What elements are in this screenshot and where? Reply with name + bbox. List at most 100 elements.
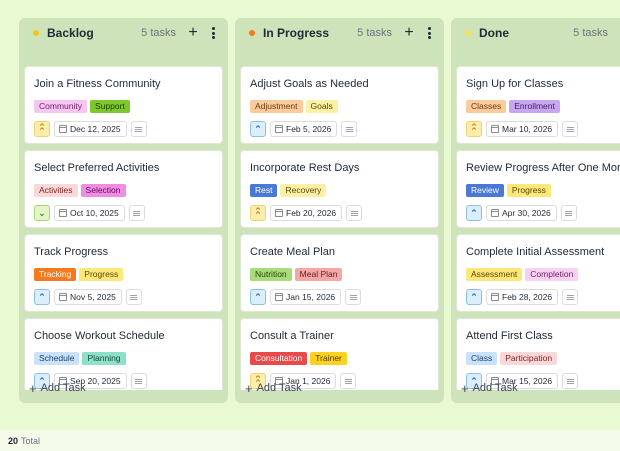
priority-high-icon[interactable]: ⌃ ⌃ xyxy=(466,121,482,137)
tag-list: Review Progress xyxy=(466,184,551,197)
tag: Progress xyxy=(79,268,124,281)
description-icon[interactable] xyxy=(560,205,577,221)
task-card[interactable]: Adjust Goals as Needed Adjustment Goals ⌃ Fe… xyxy=(240,66,439,144)
status-dot xyxy=(465,30,471,36)
task-title: Attend First Class xyxy=(466,330,553,342)
due-date[interactable]: Feb 20, 2026 xyxy=(270,205,343,221)
task-card[interactable]: Review Progress After One Month Review Pro… xyxy=(456,150,620,228)
task-card[interactable]: Incorporate Rest Days Rest Recovery ⌃ ⌃ Feb 2… xyxy=(240,150,439,228)
tag-list: Tracking Progress xyxy=(34,268,124,281)
task-meta: ⌃ ⌃ Dec 12, 2025 xyxy=(34,121,147,137)
add-task-label: Add Task xyxy=(40,382,86,394)
due-date-text: Dec 12, 2025 xyxy=(70,124,121,134)
tag: Class xyxy=(466,352,498,365)
due-date-text: Oct 10, 2025 xyxy=(70,208,119,218)
card-list: Adjust Goals as Needed Adjustment Goals ⌃ Fe… xyxy=(240,49,439,390)
plus-icon[interactable]: + xyxy=(186,25,200,41)
task-card[interactable]: Select Preferred Activities Activities Sel… xyxy=(24,150,223,228)
calendar-icon xyxy=(275,293,283,301)
description-icon[interactable] xyxy=(130,121,147,137)
description-icon[interactable] xyxy=(346,205,363,221)
plus-icon: + xyxy=(29,380,37,396)
priority-high-icon[interactable]: ⌃ ⌃ xyxy=(250,205,266,221)
add-task-button[interactable]: + Add Task xyxy=(245,382,302,395)
task-meta: ⌃ Jan 15, 2026 xyxy=(250,289,362,305)
calendar-icon xyxy=(491,293,499,301)
task-card[interactable]: Choose Workout Schedule Schedule Planning ⌃… xyxy=(24,318,223,390)
tag-list: Consultation Trainer xyxy=(250,352,347,365)
due-date-text: Jan 15, 2026 xyxy=(286,292,336,302)
task-meta: ⌃ Feb 5, 2026 xyxy=(250,121,358,137)
task-title: Create Meal Plan xyxy=(250,246,335,258)
task-title: Join a Fitness Community xyxy=(34,78,161,90)
tag: Enrollment xyxy=(509,100,560,113)
kanban-board: Backlog 5 tasks + Join a Fitness Community C… xyxy=(0,0,620,430)
description-icon[interactable] xyxy=(340,373,357,389)
due-date-text: Feb 5, 2026 xyxy=(286,124,332,134)
column-header: In Progress 5 tasks + xyxy=(235,18,444,48)
due-date[interactable]: Nov 5, 2025 xyxy=(54,289,122,305)
priority-medium-icon[interactable]: ⌃ xyxy=(466,289,482,305)
plus-icon[interactable]: + xyxy=(402,25,416,41)
calendar-icon xyxy=(491,209,499,217)
add-task-button[interactable]: + Add Task xyxy=(29,380,86,396)
description-icon[interactable] xyxy=(345,289,362,305)
tag: Assessment xyxy=(466,268,523,281)
column-backlog: Backlog 5 tasks + Join a Fitness Community C… xyxy=(19,18,228,403)
status-dot xyxy=(33,30,39,36)
tag: Review xyxy=(466,184,504,197)
description-icon[interactable] xyxy=(562,373,579,389)
task-title: Select Preferred Activities xyxy=(34,162,160,174)
due-date-text: Mar 10, 2026 xyxy=(502,124,553,134)
column-title: Done xyxy=(479,26,509,40)
priority-medium-icon[interactable]: ⌃ xyxy=(250,289,266,305)
due-date[interactable]: Dec 12, 2025 xyxy=(54,121,127,137)
task-card[interactable]: Join a Fitness Community Community Support… xyxy=(24,66,223,144)
task-card[interactable]: Track Progress Tracking Progress ⌃ Nov 5, 20… xyxy=(24,234,223,312)
task-card[interactable]: Attend First Class Class Participation ⌃ Mar… xyxy=(456,318,620,390)
calendar-icon xyxy=(59,293,67,301)
description-icon[interactable] xyxy=(562,121,579,137)
due-date[interactable]: Mar 10, 2026 xyxy=(486,121,559,137)
due-date[interactable]: Feb 28, 2026 xyxy=(486,289,559,305)
task-meta: ⌃ ⌃ Mar 10, 2026 xyxy=(466,121,579,137)
due-date-text: Nov 5, 2025 xyxy=(70,292,116,302)
more-vertical-icon[interactable] xyxy=(424,26,434,40)
tag-list: Nutrition Meal Plan xyxy=(250,268,343,281)
description-icon[interactable] xyxy=(341,121,358,137)
tag-list: Activities Selection xyxy=(34,184,126,197)
priority-low-icon[interactable]: ⌄ xyxy=(34,205,50,221)
priority-high-icon[interactable]: ⌃ ⌃ xyxy=(34,121,50,137)
task-card[interactable]: Complete Initial Assessment Assessment Com… xyxy=(456,234,620,312)
due-date[interactable]: Feb 5, 2026 xyxy=(270,121,338,137)
priority-medium-icon[interactable]: ⌃ xyxy=(34,289,50,305)
task-meta: ⌃ ⌃ Feb 20, 2026 xyxy=(250,205,363,221)
task-card[interactable]: Consult a Trainer Consultation Trainer ⌃ ⌃ Ja… xyxy=(240,318,439,390)
tag-list: Rest Recovery xyxy=(250,184,327,197)
tag-list: Class Participation xyxy=(466,352,558,365)
priority-medium-icon[interactable]: ⌃ xyxy=(250,121,266,137)
due-date[interactable]: Jan 15, 2026 xyxy=(270,289,342,305)
add-task-label: Add Task xyxy=(472,382,518,394)
tag: Support xyxy=(89,100,130,113)
tag: Completion xyxy=(525,268,579,281)
tag: Progress xyxy=(506,184,551,197)
description-icon[interactable] xyxy=(562,289,579,305)
tag-list: Adjustment Goals xyxy=(250,100,338,113)
description-icon[interactable] xyxy=(130,373,147,389)
due-date[interactable]: Oct 10, 2025 xyxy=(54,205,125,221)
more-vertical-icon[interactable] xyxy=(208,26,218,40)
due-date[interactable]: Apr 30, 2026 xyxy=(486,205,557,221)
description-icon[interactable] xyxy=(125,289,142,305)
description-icon[interactable] xyxy=(128,205,145,221)
task-title: Track Progress xyxy=(34,246,109,258)
tag: Consultation xyxy=(250,352,308,365)
task-title: Adjust Goals as Needed xyxy=(250,78,369,90)
add-task-button[interactable]: + Add Task xyxy=(461,382,518,395)
task-card[interactable]: Sign Up for Classes Classes Enrollment ⌃ ⌃ Ma… xyxy=(456,66,620,144)
calendar-icon xyxy=(275,209,283,217)
priority-medium-icon[interactable]: ⌃ xyxy=(466,205,482,221)
tag: Rest xyxy=(250,184,278,197)
calendar-icon xyxy=(275,125,283,133)
task-card[interactable]: Create Meal Plan Nutrition Meal Plan ⌃ Jan 1… xyxy=(240,234,439,312)
